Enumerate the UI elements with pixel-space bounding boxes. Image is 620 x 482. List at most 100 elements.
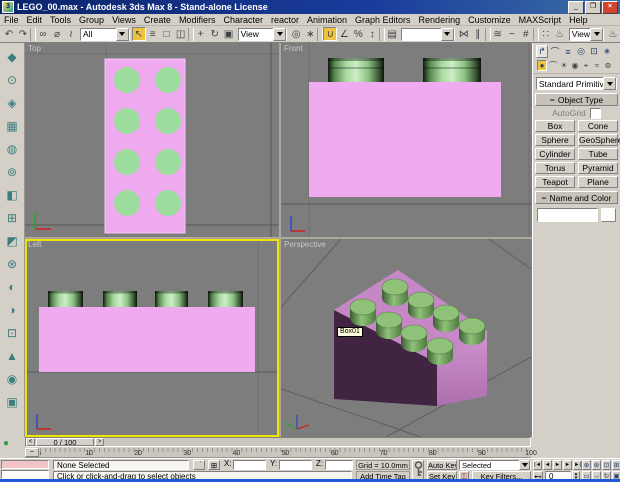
zoom-extents-icon[interactable]: ⊡ [602, 460, 611, 470]
reactor-toolbar-icon[interactable]: ◍ [2, 137, 22, 160]
viewport-label[interactable]: Top [28, 44, 41, 53]
next-frame-arrow[interactable]: > [95, 438, 104, 446]
viewport-left-canvas[interactable] [25, 239, 279, 437]
menu-item[interactable]: Create [140, 15, 175, 25]
reactor-toolbar-icon[interactable]: ◉ [2, 367, 22, 390]
object-type-button[interactable]: GeoSphere [578, 134, 618, 146]
object-type-button[interactable]: Cylinder [535, 148, 575, 160]
menu-item[interactable]: File [0, 15, 23, 25]
select-object-icon[interactable]: ↖ [132, 27, 146, 41]
use-pivot-center-icon[interactable]: ◎ [289, 27, 303, 41]
select-manipulate-icon[interactable]: ∗ [303, 27, 317, 41]
object-color-swatch[interactable] [601, 208, 616, 222]
maxscript-mini-listener[interactable] [1, 470, 49, 479]
next-frame-button[interactable]: ► [563, 460, 572, 470]
viewport-label[interactable]: Front [284, 44, 303, 53]
reactor-toolbar-icon[interactable]: ⊡ [2, 321, 22, 344]
menu-item[interactable]: Animation [303, 15, 351, 25]
material-editor-icon[interactable]: ∷ [539, 27, 553, 41]
dropdown-arrow-icon[interactable] [590, 28, 603, 41]
animation-set-dropdown[interactable]: Selected [459, 460, 531, 470]
previous-frame-arrow[interactable]: < [26, 438, 35, 446]
object-type-button[interactable]: Pyramid [578, 162, 618, 174]
reactor-toolbar-icon[interactable]: ▦ [2, 114, 22, 137]
subtab-systems-icon[interactable]: ⊛ [603, 60, 613, 71]
selection-lock-toggle[interactable] [193, 460, 205, 470]
bind-to-spacewarp-icon[interactable]: ≀ [64, 27, 78, 41]
play-button[interactable]: ► [553, 460, 562, 470]
menu-item[interactable]: MAXScript [515, 15, 566, 25]
reactor-toolbar-icon[interactable]: ◩ [2, 229, 22, 252]
tab-create-icon[interactable]: ↱ [536, 45, 548, 58]
layer-manager-icon[interactable]: ≋ [491, 27, 505, 41]
menu-item[interactable]: Edit [23, 15, 47, 25]
autogrid-checkbox[interactable] [590, 108, 601, 119]
zoom-all-icon[interactable]: ⊛ [592, 460, 601, 470]
object-type-button[interactable]: Plane [578, 176, 618, 188]
menu-item[interactable]: Modifiers [175, 15, 220, 25]
object-type-button[interactable]: Tube [578, 148, 618, 160]
reactor-toolbar-icon[interactable]: ▲ [2, 344, 22, 367]
select-scale-icon[interactable]: ▣ [222, 27, 236, 41]
spinner-snap-icon[interactable]: ↕ [365, 27, 379, 41]
viewport-top[interactable]: Top [25, 43, 279, 237]
dropdown-arrow-icon[interactable] [273, 28, 286, 41]
z-coordinate-field[interactable] [325, 460, 353, 470]
track-bar[interactable]: ~ 102030405060708090100 [25, 448, 531, 458]
previous-frame-button[interactable]: ◄ [543, 460, 552, 470]
minimize-button[interactable]: _ [568, 1, 584, 14]
viewport-left[interactable]: Left [25, 239, 279, 437]
selection-filter-dropdown[interactable]: All [80, 28, 130, 41]
reactor-toolbar-icon[interactable]: ⊛ [2, 252, 22, 275]
select-rotate-icon[interactable]: ↻ [208, 27, 222, 41]
named-selection-sets-icon[interactable]: ▤ [385, 27, 399, 41]
primitive-category-dropdown[interactable]: Standard Primitives [536, 77, 617, 90]
reactor-toolbar-icon[interactable]: ▣ [2, 390, 22, 413]
dropdown-arrow-icon[interactable] [441, 28, 454, 41]
object-type-button[interactable]: Sphere [535, 134, 575, 146]
tab-modify-icon[interactable]: ⌒ [549, 45, 561, 58]
dropdown-arrow-icon[interactable] [116, 28, 129, 41]
quick-render-icon[interactable]: ♨ [606, 27, 620, 41]
redo-icon[interactable]: ↷ [16, 27, 30, 41]
viewport-top-canvas[interactable] [25, 43, 279, 237]
time-slider-handle[interactable]: 0 / 100 [36, 438, 94, 446]
unlink-selection-icon[interactable]: ⌀ [50, 27, 64, 41]
selection-region-icon[interactable]: □ [160, 27, 174, 41]
menu-item[interactable]: Character [219, 15, 267, 25]
reactor-toolbar-icon[interactable]: ◆ [2, 45, 22, 68]
reactor-toolbar-icon[interactable]: ⊚ [2, 160, 22, 183]
subtab-helpers-icon[interactable]: ⌖ [581, 60, 591, 71]
window-crossing-icon[interactable]: ◫ [174, 27, 188, 41]
object-type-rollout[interactable]: − Object Type [535, 93, 618, 106]
mini-curve-editor-button[interactable]: ~ [25, 448, 39, 457]
tab-motion-icon[interactable]: ◎ [575, 45, 587, 58]
named-selection-dropdown[interactable] [401, 28, 454, 41]
dropdown-arrow-icon[interactable] [519, 460, 530, 470]
render-scene-icon[interactable]: ♨ [553, 27, 567, 41]
reactor-toolbar-icon[interactable]: ◑ [2, 298, 22, 321]
select-by-name-icon[interactable]: ≡ [146, 27, 160, 41]
undo-icon[interactable]: ↶ [2, 27, 16, 41]
object-type-button[interactable]: Cone [578, 120, 618, 132]
reactor-toolbar-icon[interactable]: ◈ [2, 91, 22, 114]
name-color-rollout[interactable]: − Name and Color [535, 191, 618, 204]
auto-key-button[interactable]: Auto Key [427, 460, 457, 470]
snap-toggle-icon[interactable]: ∪ [323, 27, 337, 41]
object-type-button[interactable]: Teapot [535, 176, 575, 188]
select-and-link-icon[interactable]: ∞ [36, 27, 50, 41]
menu-item[interactable]: Tools [46, 15, 75, 25]
menu-item[interactable]: Views [108, 15, 140, 25]
angle-snap-icon[interactable]: ∠ [337, 27, 351, 41]
mini-listener-icon[interactable]: ● [3, 438, 17, 451]
curve-editor-icon[interactable]: ~ [505, 27, 519, 41]
viewport-label[interactable]: Left [28, 240, 41, 249]
subtab-cameras-icon[interactable]: ◉ [570, 60, 580, 71]
dropdown-arrow-icon[interactable] [603, 77, 616, 90]
viewport-label[interactable]: Perspective [284, 240, 326, 249]
coordinate-system-dropdown[interactable]: View [238, 28, 288, 41]
subtab-lights-icon[interactable]: ☀ [559, 60, 569, 71]
subtab-geometry-icon[interactable]: ● [537, 60, 547, 71]
viewport-perspective-canvas[interactable] [281, 239, 532, 437]
render-type-dropdown[interactable]: View [569, 28, 604, 41]
